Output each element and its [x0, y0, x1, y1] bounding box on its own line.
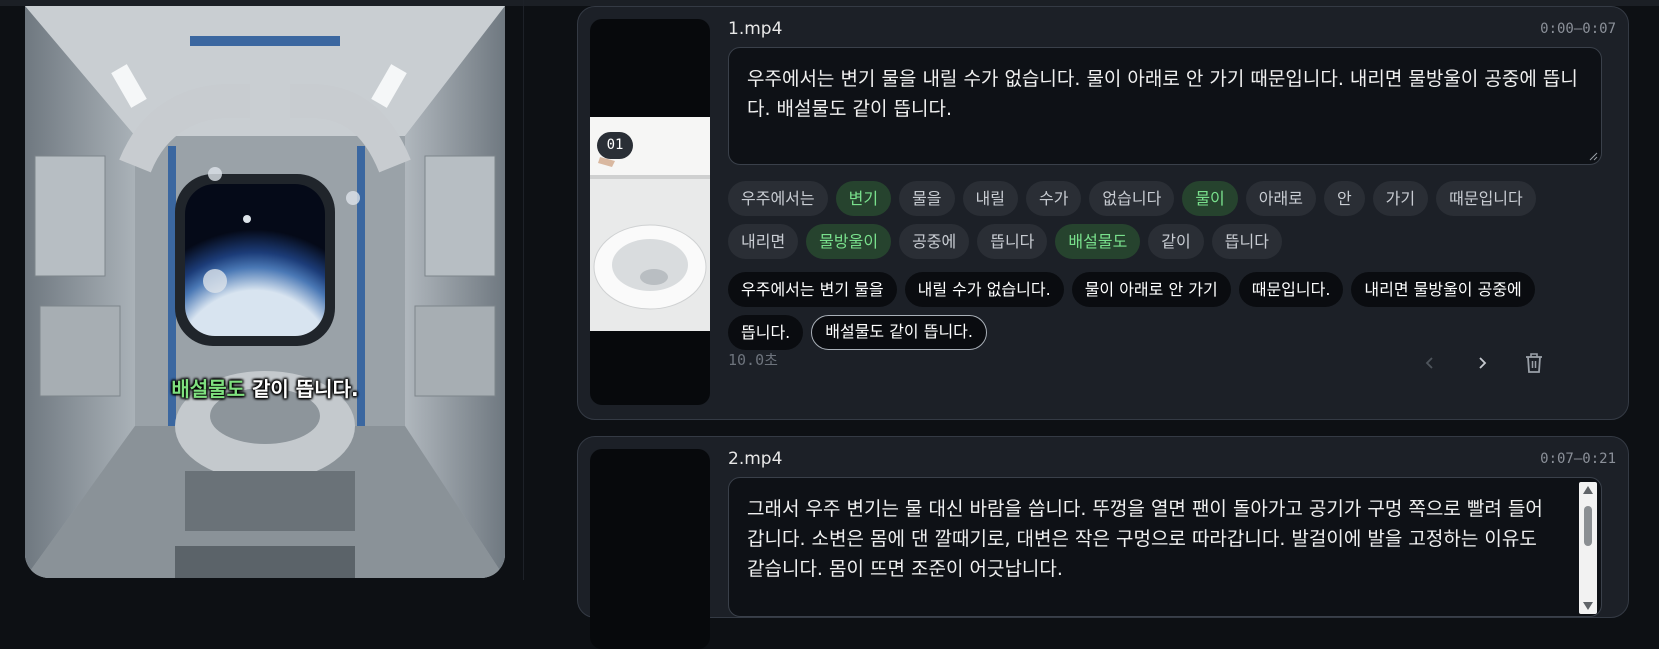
phrase-chip[interactable]: 물이 아래로 안 가기 [1071, 272, 1231, 307]
phrase-chip-list: 우주에서는 변기 물을 내릴 수가 없습니다. 물이 아래로 안 가기 때문입니다. 내… [728, 272, 1608, 350]
video-preview[interactable]: 배설물도 같이 뜹니다. [25, 6, 505, 578]
clip-time-range: 0:07–0:21 [1540, 451, 1616, 467]
word-chip[interactable]: 아래로 [1245, 181, 1316, 216]
clip-card: 2.mp4 0:07–0:21 그래서 우주 변기는 물 대신 바람을 씁니다.… [577, 436, 1629, 649]
word-chip[interactable]: 없습니다 [1089, 181, 1175, 216]
phrase-chip[interactable]: 우주에서는 변기 물을 [728, 272, 897, 307]
word-chip[interactable]: 같이 [1148, 224, 1204, 259]
panel-divider [523, 0, 524, 580]
word-chip[interactable]: 변기 [835, 181, 892, 216]
scrollbar-arrows-icon [1583, 486, 1593, 610]
delete-button[interactable] [1520, 349, 1548, 377]
chevron-right-icon [1479, 357, 1487, 369]
clip-script-textarea[interactable]: 그래서 우주 변기는 물 대신 바람을 씁니다. 뚜껑을 열면 팬이 돌아가고 … [728, 477, 1602, 617]
clip-script-text: 그래서 우주 변기는 물 대신 바람을 씁니다. 뚜껑을 열면 팬이 돌아가고 … [747, 498, 1543, 580]
resize-handle-icon[interactable] [1588, 151, 1598, 161]
word-chip[interactable]: 내리면 [728, 224, 799, 259]
subtitle-rest: 같이 뜹니다. [252, 377, 359, 401]
chevron-left-icon [1425, 357, 1433, 369]
word-chip[interactable]: 우주에서는 [728, 181, 828, 216]
word-chip[interactable]: 안 [1323, 181, 1365, 216]
word-chip[interactable]: 물을 [899, 181, 955, 216]
clip-script-textarea[interactable]: 우주에서는 변기 물을 내릴 수가 없습니다. 물이 아래로 안 가기 때문입니… [728, 47, 1602, 165]
phrase-chip[interactable]: 내리면 물방울이 공중에 [1351, 272, 1535, 307]
clip-number-badge: 01 [597, 132, 633, 159]
word-chip[interactable]: 물이 [1182, 181, 1238, 216]
word-chip[interactable]: 물방울이 [806, 224, 892, 259]
word-chip[interactable]: 내릴 [962, 181, 1018, 216]
phrase-chip[interactable]: 내릴 수가 없습니다. [904, 272, 1064, 307]
word-chip[interactable]: 뜹니다 [977, 224, 1048, 259]
clip-thumbnail[interactable]: 01 [590, 19, 710, 405]
word-chip-list: 우주에서는 변기 물을 내릴 수가 없습니다 물이 아래로 안 가기 때문입니다내리면 물방울이 공중에… [728, 181, 1608, 259]
word-chip[interactable]: 배설물도 [1055, 224, 1141, 259]
word-chip[interactable]: 수가 [1025, 181, 1082, 216]
phrase-chip[interactable]: 배설물도 같이 뜹니다. [811, 315, 987, 350]
clip-card: 01 1.mp4 0:00–0:07 우주에서는 변기 물을 내릴 수가 없습니… [577, 6, 1629, 420]
phrase-chip[interactable]: 때문입니다. [1238, 272, 1344, 307]
clip-script-text: 우주에서는 변기 물을 내릴 수가 없습니다. 물이 아래로 안 가기 때문입니… [747, 68, 1578, 120]
clip-time-range: 0:00–0:07 [1540, 21, 1616, 37]
phrase-chip[interactable]: 뜹니다. [728, 315, 804, 350]
space-station-frame [25, 6, 505, 578]
next-button[interactable] [1468, 349, 1496, 377]
textarea-scrollbar[interactable] [1579, 482, 1597, 614]
clip-thumbnail[interactable] [590, 449, 710, 649]
trash-icon [1526, 353, 1542, 373]
video-subtitle: 배설물도 같이 뜹니다. [25, 373, 505, 402]
clip-filename: 1.mp4 [728, 19, 783, 39]
word-chip[interactable]: 때문입니다 [1436, 181, 1536, 216]
word-chip[interactable]: 뜹니다 [1211, 224, 1282, 259]
word-chip[interactable]: 공중에 [899, 224, 970, 259]
subtitle-highlight: 배설물도 [171, 377, 246, 401]
clip-duration: 10.0초 [728, 351, 778, 369]
prev-button[interactable] [1416, 349, 1444, 377]
clip-filename: 2.mp4 [728, 449, 783, 469]
word-chip[interactable]: 가기 [1372, 181, 1429, 216]
